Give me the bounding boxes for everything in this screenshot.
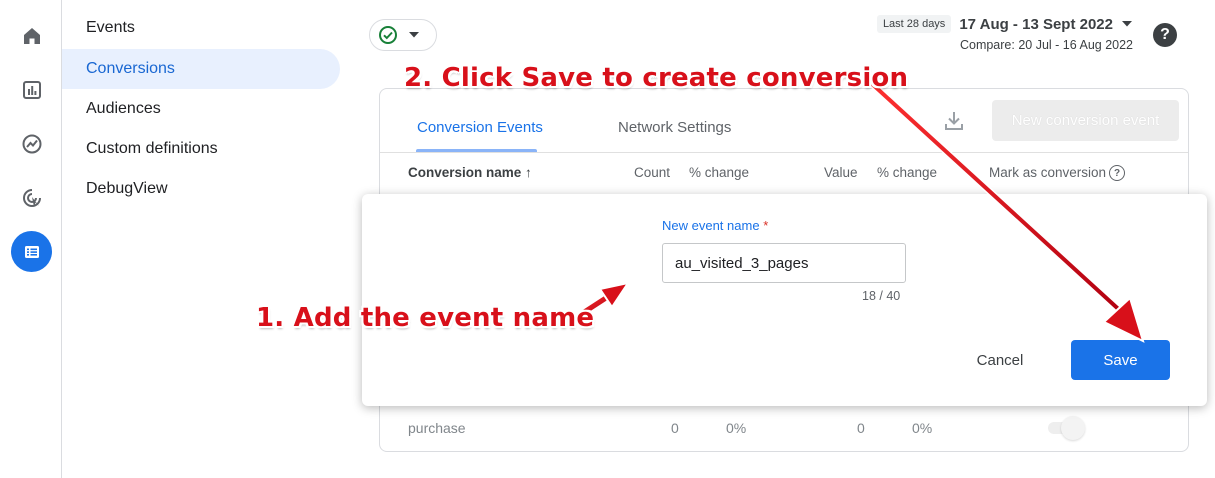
nav-rail	[0, 0, 62, 478]
date-chip: Last 28 days	[876, 15, 952, 33]
event-name-input[interactable]	[662, 243, 906, 283]
required-mark: *	[763, 218, 769, 233]
character-counter: 18 / 40	[862, 289, 901, 303]
event-name-label: New event name *	[662, 218, 768, 233]
advertising-icon[interactable]	[11, 177, 52, 218]
sidebar-item-audiences[interactable]: Audiences	[62, 89, 340, 129]
column-value-change: % change	[877, 165, 938, 180]
mark-as-conversion-label: Mark as conversion	[989, 165, 1107, 180]
home-icon[interactable]	[11, 15, 52, 56]
column-count: Count	[634, 165, 671, 180]
event-name-label-text: New event name	[662, 218, 760, 233]
reports-icon[interactable]	[11, 69, 52, 110]
column-mark-as-conversion: Mark as conversion?	[989, 165, 1126, 182]
cancel-button[interactable]: Cancel	[962, 341, 1038, 379]
compare-range: Compare: 20 Jul - 16 Aug 2022	[959, 38, 1133, 52]
screen: Events Conversions Audiences Custom defi…	[0, 0, 1215, 478]
column-conversion-name[interactable]: Conversion name ↑	[408, 165, 532, 180]
caret-down-icon	[409, 32, 419, 38]
help-icon[interactable]: ?	[1153, 23, 1177, 47]
new-conversion-event-button[interactable]: New conversion event	[992, 100, 1179, 141]
sidebar-item-events[interactable]: Events	[62, 8, 340, 48]
help-circle-icon[interactable]: ?	[1109, 165, 1126, 182]
tab-network-settings[interactable]: Network Settings	[618, 119, 731, 136]
date-range-picker[interactable]: Last 28 days 17 Aug - 13 Sept 2022 Compa…	[876, 15, 1133, 52]
sidebar: Events Conversions Audiences Custom defi…	[62, 0, 352, 478]
annotation-step-2: 2. Click Save to create conversion	[404, 63, 909, 93]
sidebar-item-custom-definitions[interactable]: Custom definitions	[62, 129, 340, 169]
row-value-change: 0%	[912, 420, 933, 436]
date-range: 17 Aug - 13 Sept 2022	[959, 15, 1113, 33]
row-count-change: 0%	[726, 420, 747, 436]
check-circle-icon	[379, 26, 397, 44]
row-conversion-name: purchase	[408, 420, 466, 436]
sidebar-item-debugview[interactable]: DebugView	[62, 169, 340, 209]
column-value: Value	[824, 165, 858, 180]
caret-down-icon	[1122, 21, 1132, 27]
status-dropdown[interactable]	[369, 19, 437, 51]
divider	[380, 152, 1188, 153]
download-icon[interactable]	[942, 109, 966, 133]
mark-as-conversion-toggle[interactable]	[1044, 416, 1085, 440]
row-count: 0	[671, 420, 679, 436]
row-value: 0	[857, 420, 865, 436]
new-event-dialog: New event name * 18 / 40 Cancel Save	[362, 194, 1207, 406]
sidebar-item-conversions[interactable]: Conversions	[62, 49, 340, 89]
configure-icon[interactable]	[11, 231, 52, 272]
tab-conversion-events[interactable]: Conversion Events	[417, 119, 543, 136]
explore-icon[interactable]	[11, 123, 52, 164]
save-button[interactable]: Save	[1071, 340, 1170, 380]
column-count-change: % change	[689, 165, 750, 180]
annotation-step-1: 1. Add the event name	[256, 303, 595, 333]
